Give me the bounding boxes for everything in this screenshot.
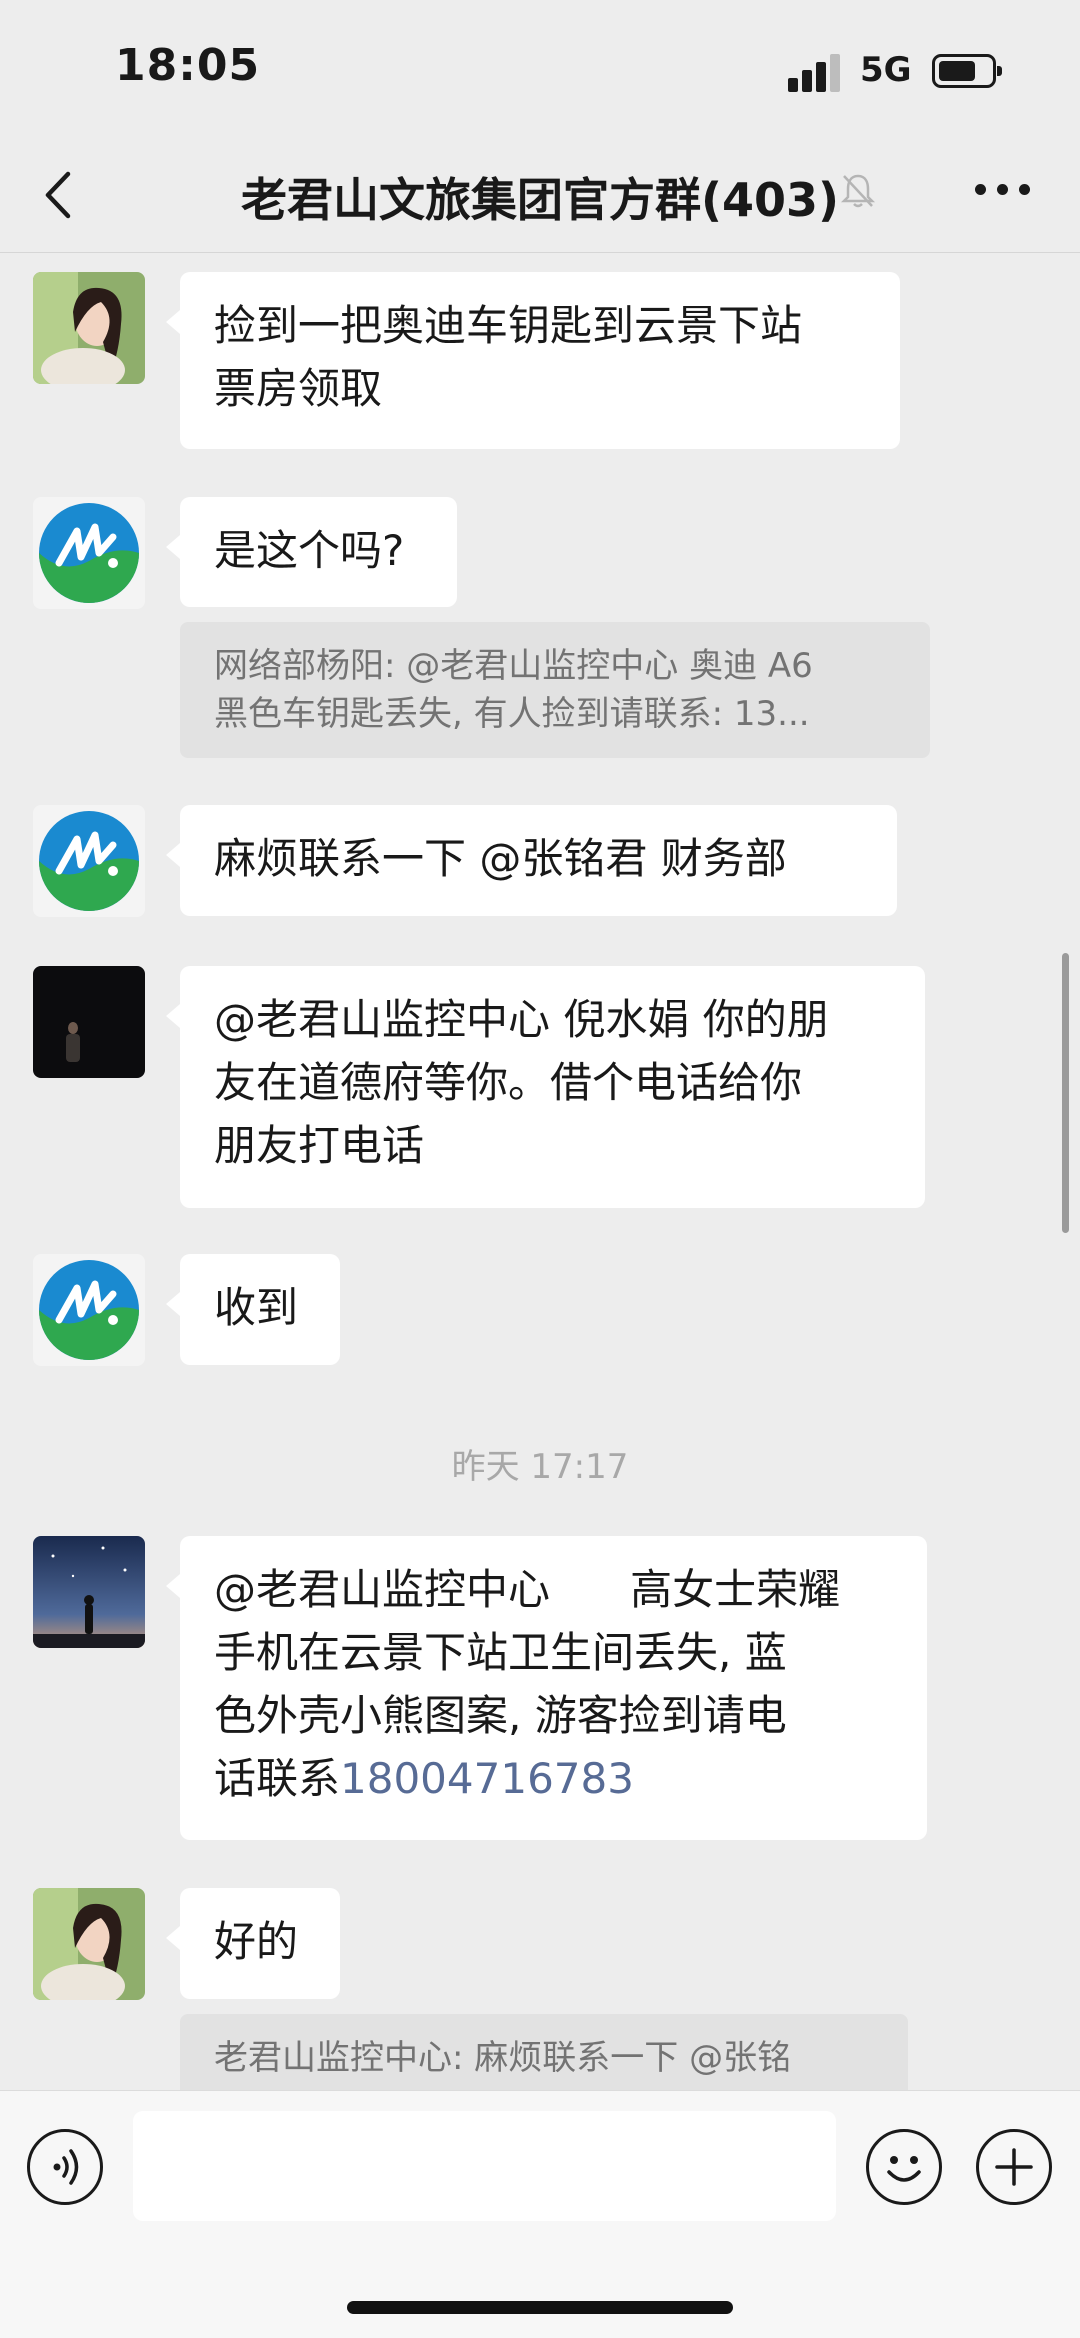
- quoted-message[interactable]: 老君山监控中心: 麻烦联系一下 @张铭: [180, 2014, 908, 2090]
- logo-avatar[interactable]: [33, 805, 145, 917]
- chat-timestamp: 昨天 17:17: [451, 1447, 629, 1487]
- scrollbar[interactable]: [1062, 953, 1069, 1233]
- quote-line: 黑色车钥匙丢失, 有人捡到请联系: 13...: [214, 694, 810, 734]
- status-time: 18:05: [115, 40, 261, 91]
- message-line: 好的: [214, 1917, 299, 1966]
- message-bubble[interactable]: @老君山监控中心 倪水娟 你的朋 友在道德府等你。借个电话给你 朋友打电话: [166, 966, 925, 1208]
- message-line: 是这个吗?: [214, 526, 405, 575]
- message-bubble[interactable]: 捡到一把奥迪车钥匙到云景下站 票房领取: [166, 272, 900, 449]
- message-line: 色外壳小熊图案, 游客捡到请电: [214, 1691, 787, 1740]
- chat-header: 老君山文旅集团官方群(403): [0, 140, 1080, 253]
- woman-avatar[interactable]: [33, 272, 145, 384]
- voice-icon: [53, 2149, 79, 2185]
- quote-line: 老君山监控中心: 麻烦联系一下 @张铭: [214, 2038, 792, 2078]
- message-bubble[interactable]: @老君山监控中心 高女士荣耀 手机在云景下站卫生间丢失, 蓝 色外壳小熊图案, …: [166, 1536, 927, 1840]
- phone-number-link[interactable]: 18004716783: [340, 1754, 634, 1803]
- emoji-button[interactable]: [866, 2129, 942, 2205]
- status-bar: 18:05 5G: [0, 0, 1080, 140]
- message-line: 友在道德府等你。借个电话给你: [214, 1058, 803, 1107]
- plus-icon: [995, 2148, 1033, 2186]
- message-line: 麻烦联系一下 @张铭君 财务部: [214, 834, 787, 883]
- input-bar: [0, 2090, 1080, 2338]
- dark-person-avatar[interactable]: [33, 966, 145, 1078]
- message-line: 手机在云景下站卫生间丢失, 蓝: [214, 1628, 787, 1677]
- message-line: 朋友打电话: [214, 1121, 425, 1170]
- message-line: 收到: [214, 1283, 299, 1332]
- message-line: 捡到一把奥迪车钥匙到云景下站: [214, 301, 803, 350]
- message-bubble[interactable]: 好的: [166, 1888, 340, 1999]
- more-options-icon[interactable]: [975, 180, 1031, 200]
- mute-bell-icon: [840, 174, 876, 208]
- signal-icon: [788, 52, 848, 92]
- message-line: @老君山监控中心 高女士荣耀: [214, 1565, 841, 1614]
- message-bubble[interactable]: 收到: [166, 1254, 340, 1365]
- message-line: 话联系18004716783: [214, 1747, 893, 1810]
- message-line: @老君山监控中心 倪水娟 你的朋: [214, 995, 829, 1044]
- quoted-message[interactable]: 网络部杨阳: @老君山监控中心 奥迪 A6 黑色车钥匙丢失, 有人捡到请联系: …: [180, 622, 930, 758]
- smile-icon: [887, 2156, 921, 2182]
- message-text: 话联系: [214, 1754, 341, 1803]
- network-label: 5G: [860, 50, 912, 90]
- quote-line: 网络部杨阳: @老君山监控中心 奥迪 A6: [214, 646, 813, 686]
- message-bubble[interactable]: 麻烦联系一下 @张铭君 财务部: [166, 805, 897, 916]
- chat-messages[interactable]: 捡到一把奥迪车钥匙到云景下站 票房领取 是这个吗? 网络部杨阳: @老君山监控中…: [0, 253, 1080, 2090]
- message-line: 票房领取: [214, 364, 383, 413]
- logo-avatar[interactable]: [33, 1254, 145, 1366]
- woman-avatar[interactable]: [33, 1888, 145, 2000]
- home-indicator[interactable]: [347, 2301, 733, 2314]
- message-bubble[interactable]: 是这个吗?: [166, 497, 457, 607]
- more-actions-button[interactable]: [976, 2129, 1052, 2205]
- voice-input-button[interactable]: [27, 2129, 103, 2205]
- logo-avatar[interactable]: [33, 497, 145, 609]
- message-input[interactable]: [133, 2111, 836, 2221]
- night-sky-avatar[interactable]: [33, 1536, 145, 1648]
- battery-icon: [932, 54, 1002, 88]
- group-title: 老君山文旅集团官方群(403): [240, 173, 840, 227]
